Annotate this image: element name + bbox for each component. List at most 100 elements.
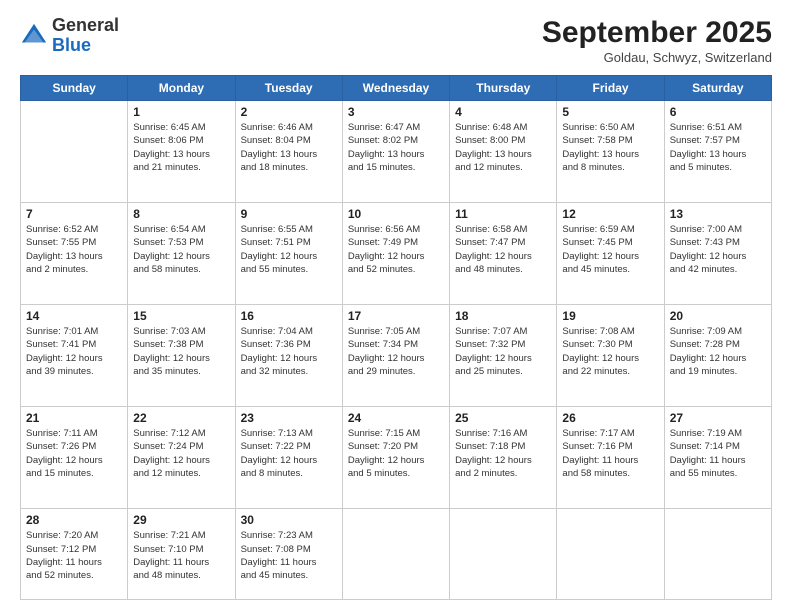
cell-date-number: 1 — [133, 105, 229, 119]
cell-date-number: 13 — [670, 207, 766, 221]
cell-info-text: Sunrise: 7:20 AMSunset: 7:12 PMDaylight:… — [26, 529, 122, 582]
header-monday: Monday — [128, 76, 235, 101]
cell-date-number: 11 — [455, 207, 551, 221]
cell-5-5 — [450, 509, 557, 600]
cell-1-3: 2Sunrise: 6:46 AMSunset: 8:04 PMDaylight… — [235, 101, 342, 203]
cell-date-number: 23 — [241, 411, 337, 425]
cell-2-7: 13 Sunrise: 7:00 AMSunset: 7:43 PMDayligh… — [664, 203, 771, 305]
cell-1-6: 5 Sunrise: 6:50 AMSunset: 7:58 PMDaylight… — [557, 101, 664, 203]
cell-info-text: Sunrise: 6:50 AMSunset: 7:58 PMDaylight:… — [562, 121, 658, 174]
cell-info-text: Sunrise: 6:56 AMSunset: 7:49 PMDaylight:… — [348, 223, 444, 276]
cell-info-text: Sunrise: 7:00 AMSunset: 7:43 PMDaylight:… — [670, 223, 766, 276]
cell-5-6 — [557, 509, 664, 600]
cell-info-text: Sunrise: 6:58 AMSunset: 7:47 PMDaylight:… — [455, 223, 551, 276]
cell-info-text: Sunrise: 6:52 AMSunset: 7:55 PMDaylight:… — [26, 223, 122, 276]
cell-date-number: 7 — [26, 207, 122, 221]
cell-4-3: 23Sunrise: 7:13 AMSunset: 7:22 PMDayligh… — [235, 407, 342, 509]
cell-2-6: 12Sunrise: 6:59 AMSunset: 7:45 PMDayligh… — [557, 203, 664, 305]
cell-5-2: 29 Sunrise: 7:21 AMSunset: 7:10 PMDayligh… — [128, 509, 235, 600]
week-row-2: 7 Sunrise: 6:52 AMSunset: 7:55 PMDaylight… — [21, 203, 772, 305]
cell-date-number: 15 — [133, 309, 229, 323]
header-sunday: Sunday — [21, 76, 128, 101]
cell-date-number: 21 — [26, 411, 122, 425]
cell-info-text: Sunrise: 7:11 AMSunset: 7:26 PMDaylight:… — [26, 427, 122, 480]
cell-4-6: 26Sunrise: 7:17 AMSunset: 7:16 PMDayligh… — [557, 407, 664, 509]
cell-5-4 — [342, 509, 449, 600]
cell-1-2: 1 Sunrise: 6:45 AMSunset: 8:06 PMDaylight… — [128, 101, 235, 203]
cell-1-5: 4 Sunrise: 6:48 AMSunset: 8:00 PMDaylight… — [450, 101, 557, 203]
cell-info-text: Sunrise: 6:45 AMSunset: 8:06 PMDaylight:… — [133, 121, 229, 174]
cell-3-1: 14Sunrise: 7:01 AMSunset: 7:41 PMDayligh… — [21, 305, 128, 407]
week-row-5: 28Sunrise: 7:20 AMSunset: 7:12 PMDayligh… — [21, 509, 772, 600]
cell-4-5: 25Sunrise: 7:16 AMSunset: 7:18 PMDayligh… — [450, 407, 557, 509]
cell-info-text: Sunrise: 7:21 AMSunset: 7:10 PMDaylight:… — [133, 529, 229, 582]
cell-date-number: 27 — [670, 411, 766, 425]
cell-info-text: Sunrise: 6:54 AMSunset: 7:53 PMDaylight:… — [133, 223, 229, 276]
header-tuesday: Tuesday — [235, 76, 342, 101]
cell-3-7: 20 Sunrise: 7:09 AMSunset: 7:28 PMDayligh… — [664, 305, 771, 407]
cell-date-number: 16 — [241, 309, 337, 323]
cell-info-text: Sunrise: 6:51 AMSunset: 7:57 PMDaylight:… — [670, 121, 766, 174]
week-row-1: 1 Sunrise: 6:45 AMSunset: 8:06 PMDaylight… — [21, 101, 772, 203]
cell-1-1 — [21, 101, 128, 203]
cell-info-text: Sunrise: 6:55 AMSunset: 7:51 PMDaylight:… — [241, 223, 337, 276]
cell-5-3: 30Sunrise: 7:23 AMSunset: 7:08 PMDayligh… — [235, 509, 342, 600]
cell-2-4: 10 Sunrise: 6:56 AMSunset: 7:49 PMDayligh… — [342, 203, 449, 305]
cell-2-5: 11 Sunrise: 6:58 AMSunset: 7:47 PMDayligh… — [450, 203, 557, 305]
cell-4-7: 27 Sunrise: 7:19 AMSunset: 7:14 PMDayligh… — [664, 407, 771, 509]
header-friday: Friday — [557, 76, 664, 101]
cell-date-number: 6 — [670, 105, 766, 119]
cell-date-number: 5 — [562, 105, 658, 119]
cell-info-text: Sunrise: 7:12 AMSunset: 7:24 PMDaylight:… — [133, 427, 229, 480]
cell-4-2: 22 Sunrise: 7:12 AMSunset: 7:24 PMDayligh… — [128, 407, 235, 509]
cell-info-text: Sunrise: 7:08 AMSunset: 7:30 PMDaylight:… — [562, 325, 658, 378]
cell-2-3: 9 Sunrise: 6:55 AMSunset: 7:51 PMDaylight… — [235, 203, 342, 305]
header-wednesday: Wednesday — [342, 76, 449, 101]
cell-info-text: Sunrise: 6:59 AMSunset: 7:45 PMDaylight:… — [562, 223, 658, 276]
cell-date-number: 29 — [133, 513, 229, 527]
cell-info-text: Sunrise: 7:16 AMSunset: 7:18 PMDaylight:… — [455, 427, 551, 480]
cell-3-6: 19Sunrise: 7:08 AMSunset: 7:30 PMDayligh… — [557, 305, 664, 407]
header-saturday: Saturday — [664, 76, 771, 101]
cell-date-number: 9 — [241, 207, 337, 221]
cell-3-2: 15 Sunrise: 7:03 AMSunset: 7:38 PMDayligh… — [128, 305, 235, 407]
cell-info-text: Sunrise: 6:47 AMSunset: 8:02 PMDaylight:… — [348, 121, 444, 174]
location: Goldau, Schwyz, Switzerland — [542, 50, 772, 65]
cell-date-number: 18 — [455, 309, 551, 323]
cell-info-text: Sunrise: 7:07 AMSunset: 7:32 PMDaylight:… — [455, 325, 551, 378]
cell-info-text: Sunrise: 7:03 AMSunset: 7:38 PMDaylight:… — [133, 325, 229, 378]
cell-date-number: 10 — [348, 207, 444, 221]
week-row-4: 21 Sunrise: 7:11 AMSunset: 7:26 PMDayligh… — [21, 407, 772, 509]
cell-3-5: 18 Sunrise: 7:07 AMSunset: 7:32 PMDayligh… — [450, 305, 557, 407]
cell-4-1: 21 Sunrise: 7:11 AMSunset: 7:26 PMDayligh… — [21, 407, 128, 509]
calendar-page: General Blue September 2025 Goldau, Schw… — [0, 0, 792, 612]
cell-info-text: Sunrise: 7:01 AMSunset: 7:41 PMDaylight:… — [26, 325, 122, 378]
cell-date-number: 22 — [133, 411, 229, 425]
cell-info-text: Sunrise: 6:48 AMSunset: 8:00 PMDaylight:… — [455, 121, 551, 174]
cell-info-text: Sunrise: 7:09 AMSunset: 7:28 PMDaylight:… — [670, 325, 766, 378]
cell-3-3: 16 Sunrise: 7:04 AMSunset: 7:36 PMDayligh… — [235, 305, 342, 407]
cell-date-number: 20 — [670, 309, 766, 323]
cell-info-text: Sunrise: 7:05 AMSunset: 7:34 PMDaylight:… — [348, 325, 444, 378]
week-row-3: 14Sunrise: 7:01 AMSunset: 7:41 PMDayligh… — [21, 305, 772, 407]
logo-general-text: General — [52, 15, 119, 35]
cell-2-2: 8Sunrise: 6:54 AMSunset: 7:53 PMDaylight… — [128, 203, 235, 305]
cell-info-text: Sunrise: 7:17 AMSunset: 7:16 PMDaylight:… — [562, 427, 658, 480]
cell-info-text: Sunrise: 7:19 AMSunset: 7:14 PMDaylight:… — [670, 427, 766, 480]
header-thursday: Thursday — [450, 76, 557, 101]
cell-1-7: 6 Sunrise: 6:51 AMSunset: 7:57 PMDaylight… — [664, 101, 771, 203]
logo: General Blue — [20, 16, 119, 56]
cell-info-text: Sunrise: 7:04 AMSunset: 7:36 PMDaylight:… — [241, 325, 337, 378]
cell-5-7 — [664, 509, 771, 600]
cell-info-text: Sunrise: 6:46 AMSunset: 8:04 PMDaylight:… — [241, 121, 337, 174]
cell-info-text: Sunrise: 7:15 AMSunset: 7:20 PMDaylight:… — [348, 427, 444, 480]
cell-date-number: 24 — [348, 411, 444, 425]
cell-date-number: 4 — [455, 105, 551, 119]
header: General Blue September 2025 Goldau, Schw… — [20, 16, 772, 65]
cell-info-text: Sunrise: 7:23 AMSunset: 7:08 PMDaylight:… — [241, 529, 337, 582]
month-title: September 2025 — [542, 16, 772, 50]
cell-5-1: 28Sunrise: 7:20 AMSunset: 7:12 PMDayligh… — [21, 509, 128, 600]
logo-blue-text: Blue — [52, 35, 91, 55]
logo-text: General Blue — [52, 16, 119, 56]
cell-2-1: 7 Sunrise: 6:52 AMSunset: 7:55 PMDaylight… — [21, 203, 128, 305]
